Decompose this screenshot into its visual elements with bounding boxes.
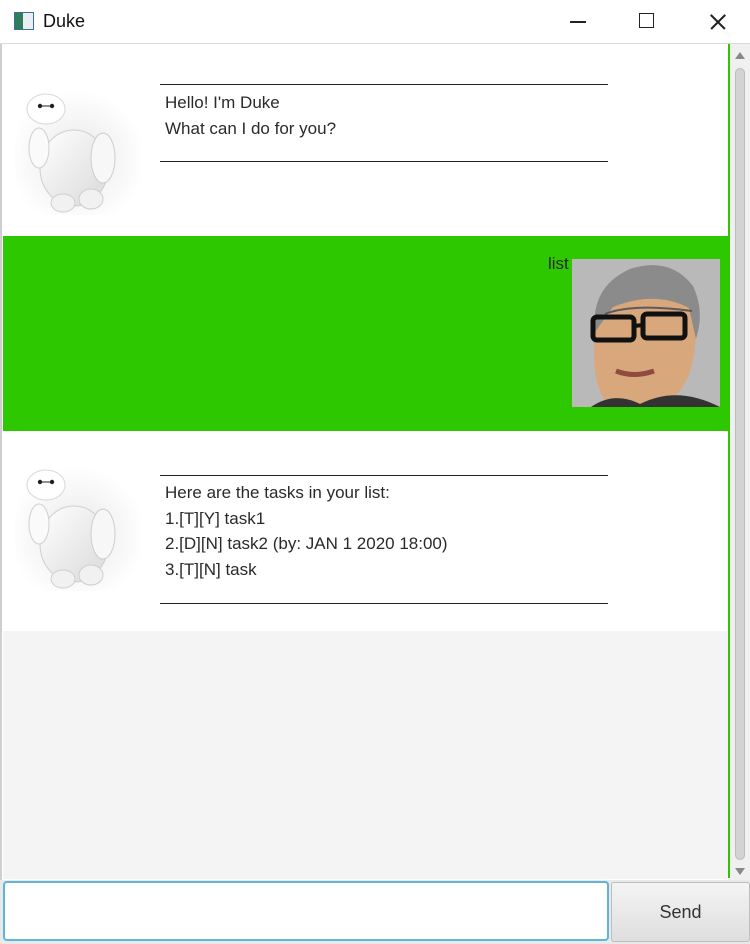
scroll-thumb[interactable]	[735, 68, 745, 860]
close-button[interactable]	[681, 0, 750, 44]
duke-message: Hello! I'm Duke What can I do for you?	[165, 93, 337, 138]
dialog-scroll-pane[interactable]: Hello! I'm Duke What can I do for you? l…	[3, 45, 728, 879]
send-button[interactable]: Send	[611, 882, 750, 942]
vertical-scrollbar[interactable]	[730, 44, 750, 880]
duke-avatar-icon	[15, 466, 140, 591]
duke-message: Here are the tasks in your list: 1.[T][Y…	[165, 483, 448, 579]
minimize-button[interactable]	[541, 0, 611, 44]
window-title: Duke	[43, 11, 86, 31]
duke-avatar-icon	[15, 90, 140, 215]
app-icon	[14, 12, 34, 30]
user-avatar	[572, 259, 720, 407]
duke-dialog: Hello! I'm Duke What can I do for you?	[3, 45, 728, 236]
user-message: list	[548, 254, 569, 273]
divider-line	[160, 475, 608, 476]
message-input[interactable]	[3, 881, 609, 941]
title-bar: Duke	[0, 0, 750, 44]
window-left-border	[0, 44, 2, 880]
user-dialog: list	[3, 236, 728, 431]
maximize-button[interactable]	[611, 0, 681, 44]
duke-dialog: Here are the tasks in your list: 1.[T][Y…	[3, 431, 728, 631]
divider-line	[160, 603, 608, 604]
scroll-down-arrow-icon[interactable]	[735, 868, 745, 875]
divider-line	[160, 84, 608, 85]
scroll-up-arrow-icon[interactable]	[735, 52, 745, 59]
divider-line	[160, 161, 608, 162]
